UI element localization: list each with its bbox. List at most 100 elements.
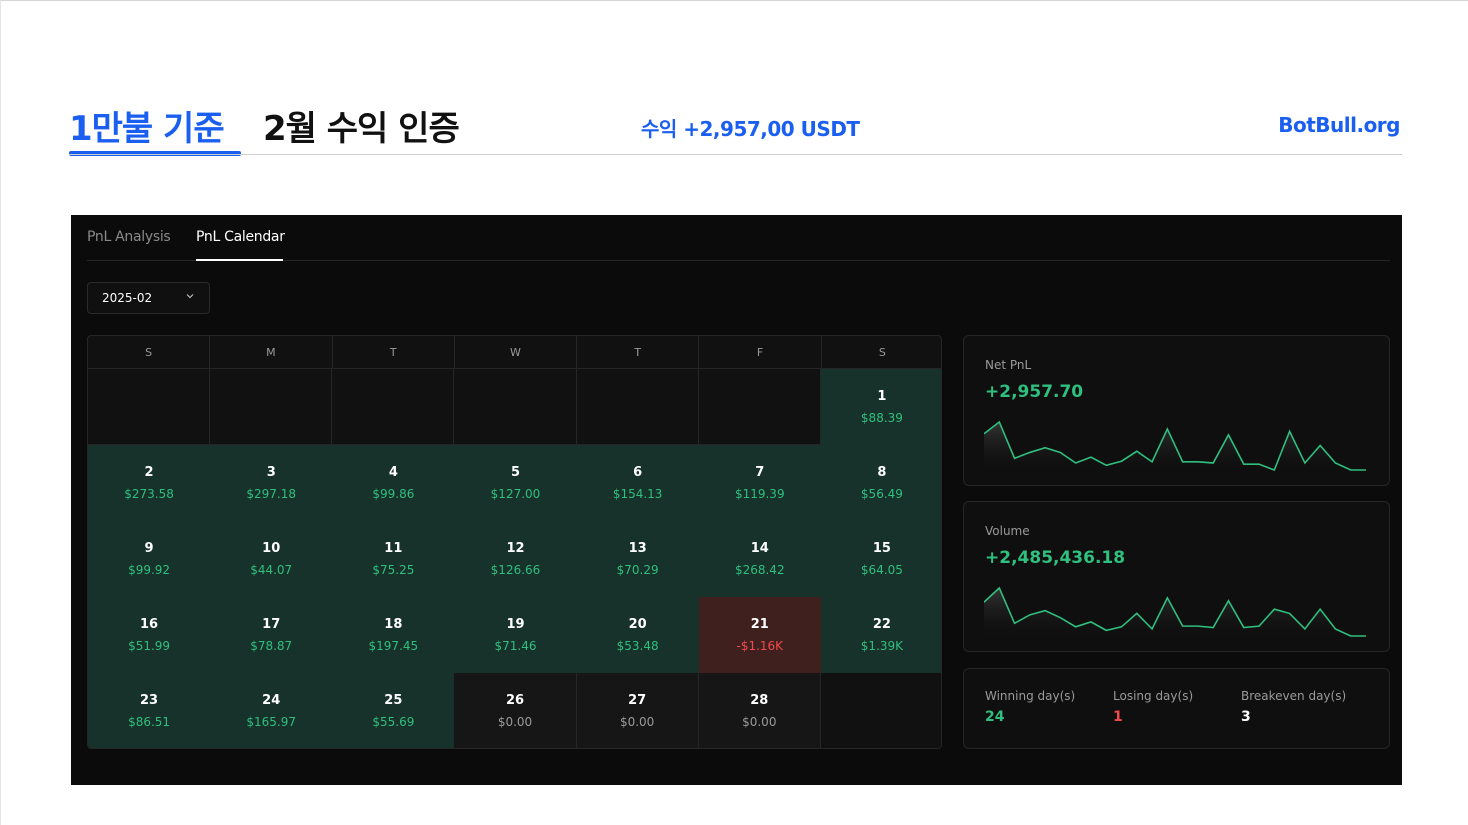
- calendar-day-number: 1: [877, 389, 887, 404]
- calendar-day-cell[interactable]: 20 $53.48: [576, 597, 699, 673]
- calendar-day-pnl: $86.51: [128, 715, 171, 729]
- calendar-day-cell[interactable]: 26 $0.00: [454, 673, 577, 748]
- calendar-day-pnl: $51.99: [128, 639, 171, 653]
- calendar-day-cell[interactable]: 1 $88.39: [820, 369, 941, 445]
- calendar-day-number: 17: [262, 617, 281, 632]
- calendar-day-number: 9: [144, 541, 154, 556]
- breakeven-days-value: 3: [1241, 709, 1251, 725]
- calendar-day-number: 3: [266, 465, 276, 480]
- calendar-day-pnl: $165.97: [246, 715, 297, 729]
- calendar-day-pnl: -$1.16K: [736, 639, 784, 653]
- calendar-day-pnl: $99.86: [372, 487, 415, 501]
- weekday-header: SMTWTFS: [88, 336, 941, 369]
- calendar-day-number: 20: [628, 617, 647, 632]
- pnl-panel: PnL Analysis PnL Calendar 2025-02 SMTWTF…: [71, 215, 1402, 785]
- calendar-day-number: 21: [750, 617, 769, 632]
- net-pnl-value: +2,957.70: [985, 382, 1084, 402]
- calendar-day-pnl: $197.45: [368, 639, 419, 653]
- calendar-day-number: 23: [140, 693, 159, 708]
- month-select-value: 2025-02: [102, 291, 153, 305]
- calendar-day-number: 14: [750, 541, 769, 556]
- calendar-day-cell[interactable]: 16 $51.99: [88, 597, 211, 673]
- calendar-day-cell[interactable]: 2 $273.58: [88, 445, 211, 521]
- calendar-day-number: 26: [505, 693, 525, 708]
- calendar-day-number: 22: [872, 617, 891, 632]
- breakeven-days-label: Breakeven day(s): [1241, 689, 1347, 703]
- calendar-empty-cell: [88, 369, 211, 445]
- weekday-label: M: [210, 336, 333, 368]
- tab-bar: PnL Analysis PnL Calendar: [87, 215, 1390, 261]
- calendar-day-number: 7: [755, 465, 765, 480]
- calendar-day-cell[interactable]: 24 $165.97: [210, 673, 333, 748]
- calendar-day-cell[interactable]: 8 $56.49: [820, 445, 941, 521]
- winning-days-stat: Winning day(s) 24: [985, 689, 1075, 725]
- calendar-day-cell[interactable]: 12 $126.66: [454, 521, 577, 597]
- title-highlight: 1만불 기준: [69, 109, 225, 149]
- calendar-day-cell[interactable]: 21 -$1.16K: [698, 597, 821, 673]
- site-link[interactable]: BotBull.org: [1278, 113, 1400, 137]
- tab-pnl-calendar[interactable]: PnL Calendar: [196, 229, 285, 245]
- calendar-day-pnl: $1.39K: [860, 639, 904, 653]
- calendar-day-cell[interactable]: 11 $75.25: [332, 521, 455, 597]
- calendar-day-pnl: $0.00: [742, 715, 777, 729]
- calendar-day-pnl: $99.92: [128, 563, 171, 577]
- winning-days-label: Winning day(s): [985, 689, 1076, 703]
- calendar-day-number: 28: [750, 693, 769, 708]
- calendar-day-cell[interactable]: 9 $99.92: [88, 521, 211, 597]
- calendar-day-pnl: $154.13: [612, 487, 663, 501]
- calendar-day-cell[interactable]: 3 $297.18: [210, 445, 333, 521]
- calendar-day-cell[interactable]: 7 $119.39: [698, 445, 821, 521]
- calendar-day-cell[interactable]: 25 $55.69: [332, 673, 455, 748]
- volume-value: +2,485,436.18: [985, 548, 1126, 568]
- calendar-day-number: 19: [506, 617, 525, 632]
- net-pnl-label: Net PnL: [985, 358, 1032, 372]
- calendar-day-number: 12: [506, 541, 525, 556]
- calendar-day-number: 24: [262, 693, 281, 708]
- pnl-calendar: SMTWTFS 1 $88.39 2 $273.58 3 $297.18 4 $99.86 5 $…: [87, 335, 942, 749]
- calendar-day-cell[interactable]: 27 $0.00: [576, 673, 699, 748]
- month-select[interactable]: 2025-02: [87, 282, 210, 314]
- calendar-day-cell[interactable]: 4 $99.86: [332, 445, 455, 521]
- calendar-day-pnl: $297.18: [246, 487, 297, 501]
- tab-active-indicator: [196, 259, 283, 261]
- calendar-day-pnl: $64.05: [860, 563, 903, 577]
- calendar-day-number: 6: [633, 465, 643, 480]
- calendar-day-cell[interactable]: 22 $1.39K: [820, 597, 941, 673]
- calendar-day-cell[interactable]: 19 $71.46: [454, 597, 577, 673]
- profit-summary: 수익 +2,957,00 USDT: [641, 117, 860, 141]
- calendar-day-cell[interactable]: 13 $70.29: [576, 521, 699, 597]
- calendar-empty-cell: [576, 369, 699, 445]
- calendar-day-pnl: $53.48: [616, 639, 659, 653]
- weekday-label: S: [878, 346, 886, 359]
- calendar-day-pnl: $0.00: [497, 715, 533, 729]
- calendar-day-cell[interactable]: 17 $78.87: [210, 597, 333, 673]
- calendar-day-cell[interactable]: 14 $268.42: [698, 521, 821, 597]
- volume-label: Volume: [985, 524, 1030, 538]
- tab-pnl-analysis[interactable]: PnL Analysis: [87, 229, 171, 245]
- winning-days-value: 24: [985, 709, 1005, 725]
- calendar-day-pnl: $126.66: [490, 563, 541, 577]
- calendar-day-cell[interactable]: 15 $64.05: [820, 521, 941, 597]
- calendar-day-number: 2: [144, 465, 154, 480]
- calendar-day-cell[interactable]: 6 $154.13: [576, 445, 699, 521]
- calendar-day-pnl: $70.29: [616, 563, 659, 577]
- calendar-day-cell[interactable]: 5 $127.00: [454, 445, 577, 521]
- calendar-day-cell[interactable]: 28 $0.00: [698, 673, 821, 748]
- calendar-day-cell[interactable]: 18 $197.45: [332, 597, 455, 673]
- calendar-day-number: 10: [262, 541, 281, 556]
- calendar-day-cell[interactable]: 10 $44.07: [210, 521, 333, 597]
- calendar-day-pnl: $273.58: [124, 487, 174, 501]
- calendar-day-pnl: $268.42: [734, 563, 785, 577]
- calendar-day-number: 11: [384, 541, 403, 556]
- calendar-day-pnl: $127.00: [490, 487, 541, 501]
- breakeven-days-stat: Breakeven day(s) 3: [1241, 689, 1346, 725]
- calendar-day-number: 27: [628, 693, 647, 708]
- day-summary-card: Winning day(s) 24 Losing day(s) 1 Breake…: [963, 668, 1390, 749]
- losing-days-stat: Losing day(s) 1: [1113, 689, 1193, 725]
- weekday-label: T: [333, 336, 455, 368]
- calendar-day-cell[interactable]: 23 $86.51: [88, 673, 211, 748]
- calendar-grid: 1 $88.39 2 $273.58 3 $297.18 4 $99.86 5 $127.00 6 $…: [88, 369, 941, 748]
- weekday-label: T: [577, 336, 700, 368]
- calendar-day-pnl: $78.87: [250, 639, 293, 653]
- weekday-label: F: [699, 336, 822, 368]
